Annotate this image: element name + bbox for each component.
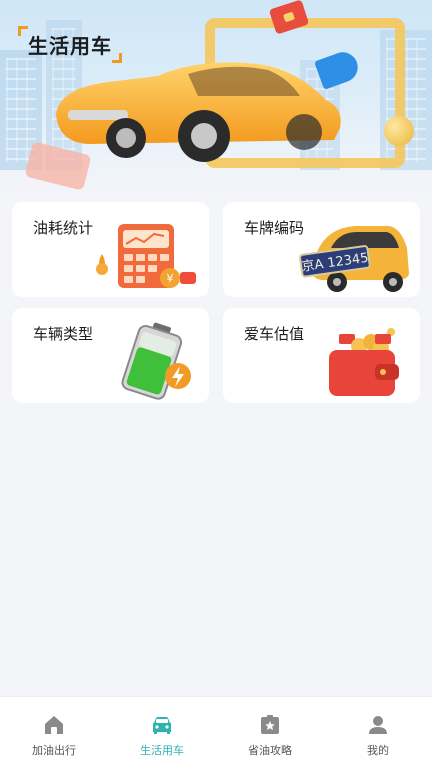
tab-refuel-travel[interactable]: 加油出行 — [0, 697, 108, 768]
tab-label: 加油出行 — [32, 744, 76, 757]
bottom-tab-bar: 加油出行 生活用车 省油攻略 我的 — [0, 696, 432, 768]
fuel-calculator-icon: ¥ — [96, 224, 196, 288]
user-icon — [369, 716, 387, 734]
license-plate-car-icon: 京A 12345 — [299, 226, 409, 292]
card-label: 油耗统计 — [33, 219, 94, 237]
tab-life-car[interactable]: 生活用车 — [108, 697, 216, 768]
car-icon — [153, 717, 171, 734]
tab-label: 生活用车 — [140, 744, 184, 757]
card-license-plate[interactable]: 车牌编码 京A 12345 — [223, 202, 420, 297]
tab-label: 我的 — [367, 744, 389, 757]
card-fuel-consumption[interactable]: 油耗统计 ¥ — [12, 202, 209, 297]
card-vehicle-type[interactable]: 车辆类型 — [12, 308, 209, 403]
card-label: 车牌编码 — [244, 219, 305, 237]
tab-profile[interactable]: 我的 — [324, 697, 432, 768]
svg-text:¥: ¥ — [167, 272, 174, 285]
battery-icon — [121, 322, 191, 400]
page-title: 生活用车 — [18, 26, 122, 63]
card-label: 爱车估值 — [244, 325, 305, 343]
tab-fuel-tips[interactable]: 省油攻略 — [216, 697, 324, 768]
coin-icon — [384, 116, 414, 146]
car-illustration — [56, 62, 341, 162]
hero-banner: 生活用车 — [0, 0, 432, 200]
tab-label: 省油攻略 — [248, 744, 292, 757]
wallet-icon — [329, 328, 399, 396]
star-box-icon — [261, 715, 279, 734]
card-car-valuation[interactable]: 爱车估值 — [223, 308, 420, 403]
home-icon — [45, 716, 63, 734]
card-label: 车辆类型 — [33, 325, 94, 343]
